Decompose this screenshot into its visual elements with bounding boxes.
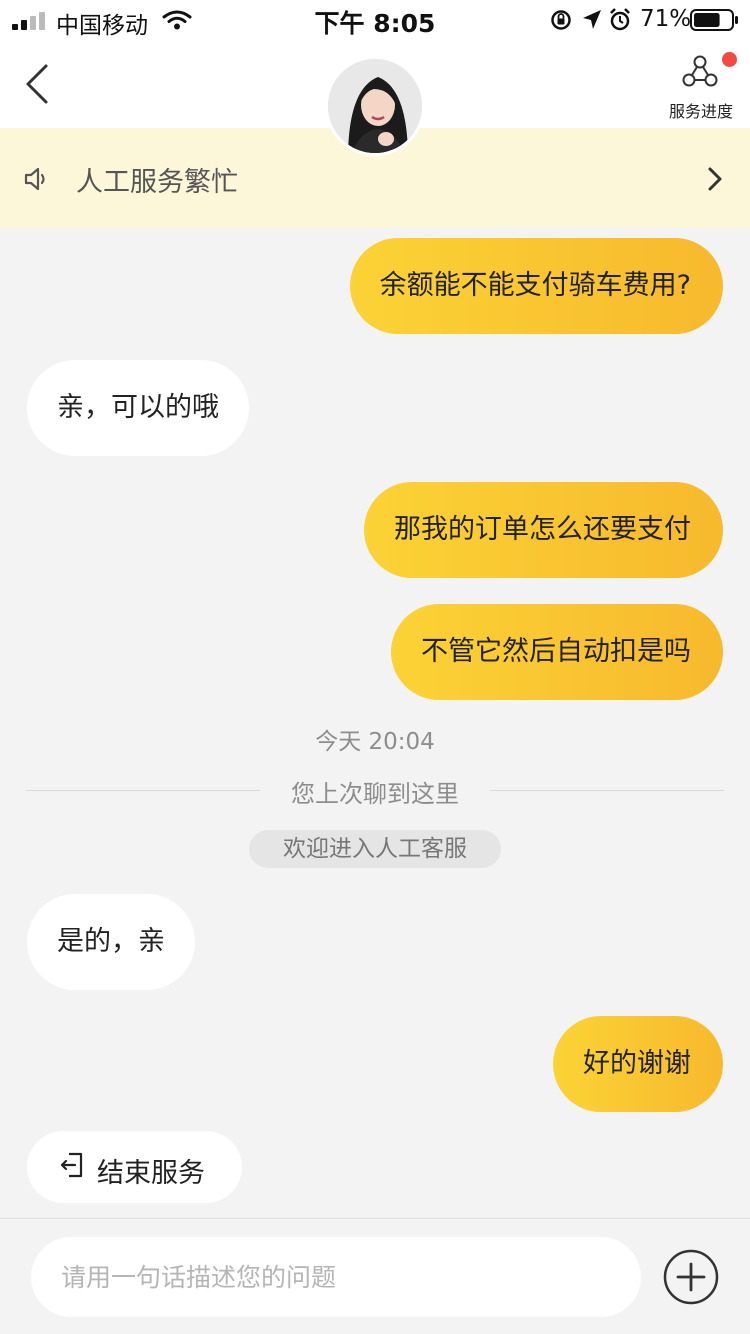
message-input[interactable] — [31, 1237, 641, 1317]
user-message-bubble: 余额能不能支付骑车费用? — [349, 238, 723, 334]
battery-icon — [690, 9, 738, 31]
nav-bar: 服务进度 — [0, 40, 750, 156]
user-message-bubble: 那我的订单怎么还要支付 — [364, 482, 723, 578]
rotation-lock-icon — [551, 10, 571, 30]
input-bar — [0, 1218, 750, 1334]
divider-text: 您上次聊到这里 — [291, 780, 459, 808]
chevron-left-icon[interactable] — [22, 62, 52, 106]
end-service-label: 结束服务 — [97, 1158, 205, 1189]
agent-message-bubble: 是的，亲 — [27, 894, 195, 990]
location-icon — [583, 10, 601, 29]
alarm-icon — [610, 8, 630, 31]
status-time: 下午 8:05 — [314, 9, 436, 38]
notice-text: 人工服务繁忙 — [76, 167, 238, 198]
end-service-button[interactable]: 结束服务 — [27, 1131, 242, 1203]
user-message-bubble: 不管它然后自动扣是吗 — [391, 604, 723, 700]
service-progress-button[interactable]: 服务进度 — [660, 52, 742, 122]
user-message-bubble: 好的谢谢 — [553, 1016, 723, 1112]
chat-timestamp: 今天 20:04 — [315, 729, 435, 755]
chevron-right-icon — [708, 167, 722, 191]
speaker-icon — [24, 167, 45, 191]
plus-circle-icon[interactable] — [662, 1248, 720, 1306]
status-bar: 中国移动 下午 8:05 71% — [0, 0, 750, 40]
notification-dot — [722, 52, 737, 67]
service-progress-label: 服务进度 — [668, 102, 733, 121]
agent-message-bubble: 亲，可以的哦 — [27, 360, 249, 456]
system-message: 欢迎进入人工客服 — [249, 830, 501, 868]
battery-percent: 71% — [640, 6, 692, 32]
agent-avatar — [325, 56, 425, 156]
exit-icon — [60, 1152, 83, 1178]
service-progress-icon — [682, 55, 718, 87]
history-divider: 您上次聊到这里 — [26, 770, 724, 810]
